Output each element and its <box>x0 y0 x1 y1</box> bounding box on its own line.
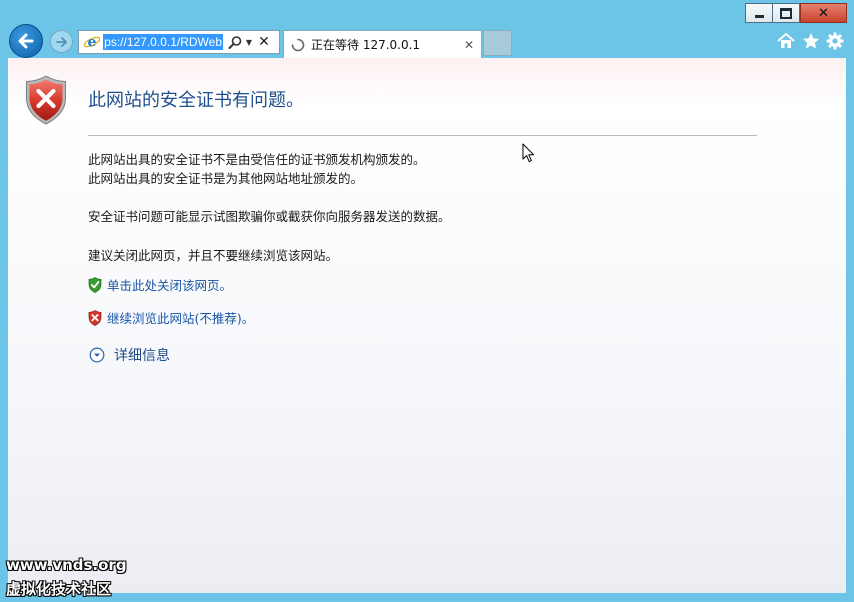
minimize-button[interactable] <box>745 3 772 23</box>
continue-to-site-link-label[interactable]: 继续浏览此网站(不推荐)。 <box>107 308 254 327</box>
back-button[interactable] <box>9 24 43 58</box>
stop-icon[interactable]: ✕ <box>257 34 271 50</box>
internet-explorer-icon: e <box>83 35 101 51</box>
more-information-label[interactable]: 详细信息 <box>114 345 170 365</box>
watermark-name: 虚拟化技术社区 <box>6 580 112 598</box>
more-information-toggle[interactable]: 详细信息 <box>89 345 170 365</box>
close-page-link[interactable]: 单击此处关闭该网页。 <box>88 275 232 294</box>
page-content: 此网站的安全证书有问题。 此网站出具的安全证书不是由受信任的证书颁发机构颁发的。… <box>8 58 846 593</box>
maximize-button[interactable] <box>772 3 800 23</box>
arrow-right-icon <box>55 36 67 47</box>
browser-window: ✕ e ▼ ✕ 正在等待 127.0.0.1 ✕ <box>0 0 854 602</box>
warning-text-3: 安全证书问题可能显示试图欺骗你或截获你向服务器发送的数据。 <box>88 209 451 224</box>
new-tab-button[interactable] <box>483 30 512 56</box>
tab-current[interactable]: 正在等待 127.0.0.1 ✕ <box>283 30 482 58</box>
warning-text-2: 此网站出具的安全证书是为其他网站地址颁发的。 <box>88 171 364 186</box>
minimize-icon <box>754 14 764 18</box>
loading-spinner-icon <box>291 38 305 51</box>
shield-x-icon <box>88 309 102 326</box>
continue-to-site-link[interactable]: 继续浏览此网站(不推荐)。 <box>88 308 254 327</box>
forward-button[interactable] <box>50 30 73 53</box>
arrow-left-icon <box>18 33 34 49</box>
home-icon[interactable] <box>776 31 796 51</box>
warning-text-1: 此网站出具的安全证书不是由受信任的证书颁发机构颁发的。 <box>88 152 426 167</box>
maximize-icon <box>780 7 792 19</box>
page-title: 此网站的安全证书有问题。 <box>88 90 304 111</box>
chevron-down-icon[interactable]: ▼ <box>244 38 254 47</box>
address-input[interactable] <box>103 34 223 50</box>
close-tab-icon[interactable]: ✕ <box>464 38 474 52</box>
gear-icon[interactable] <box>825 31 845 51</box>
tab-title: 正在等待 127.0.0.1 <box>311 38 421 52</box>
search-icon[interactable] <box>227 34 243 50</box>
svg-text:e: e <box>88 35 97 51</box>
window-bottom-border <box>0 593 854 602</box>
watermark-url: www.vnds.org <box>6 556 127 574</box>
shield-error-icon <box>26 75 66 125</box>
recommendation-text: 建议关闭此网页，并且不要继续浏览该网站。 <box>88 248 339 263</box>
expand-circle-icon <box>89 347 105 363</box>
address-bar[interactable]: e ▼ ✕ <box>78 30 280 54</box>
close-window-button[interactable]: ✕ <box>800 3 847 23</box>
close-icon: ✕ <box>818 5 829 21</box>
close-page-link-label[interactable]: 单击此处关闭该网页。 <box>107 275 232 294</box>
star-icon[interactable] <box>801 31 821 51</box>
mouse-cursor-icon <box>522 143 535 163</box>
divider <box>88 135 757 136</box>
shield-check-icon <box>88 276 102 293</box>
